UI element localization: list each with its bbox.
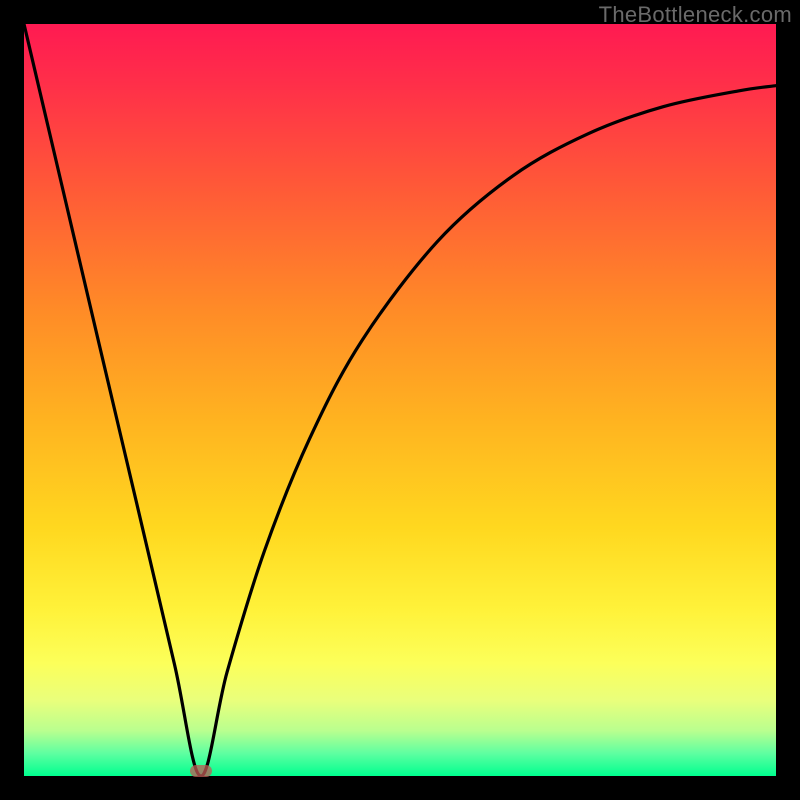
chart-frame: TheBottleneck.com xyxy=(0,0,800,800)
plot-area xyxy=(24,24,776,776)
curve-layer xyxy=(24,24,776,776)
bottleneck-curve xyxy=(24,24,776,776)
minimum-marker xyxy=(190,765,212,777)
